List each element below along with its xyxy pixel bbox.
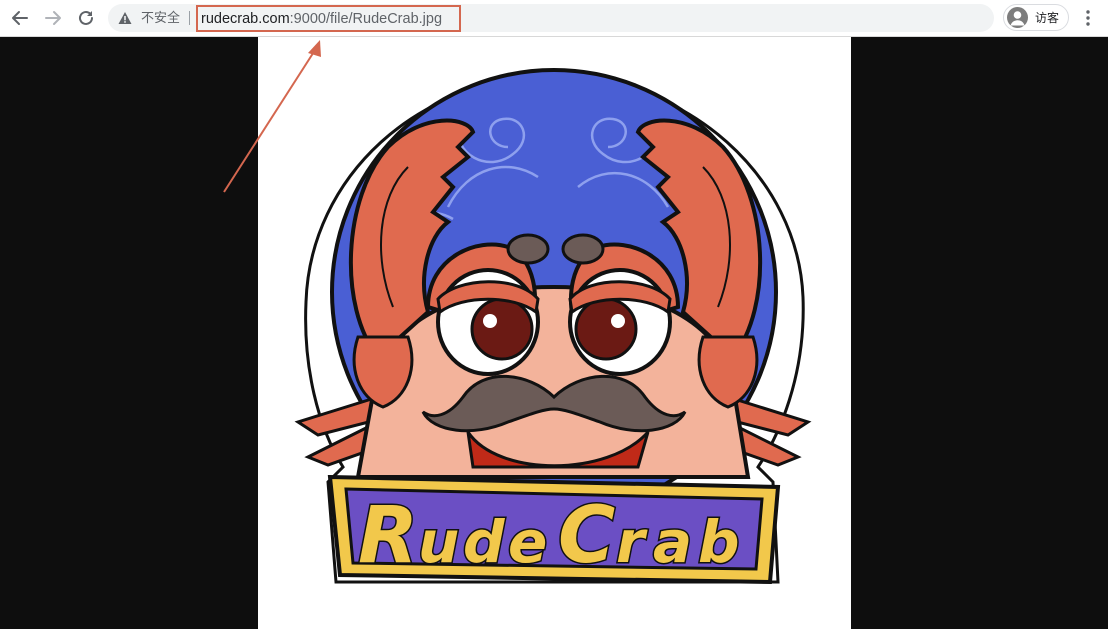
url-path: :9000/file/RudeCrab.jpg [289,11,443,27]
svg-text:b: b [698,508,740,576]
svg-text:u: u [418,508,459,576]
browser-toolbar: 不安全 rudecrab.com:9000/file/RudeCrab.jpg … [0,0,1108,37]
warning-triangle-icon[interactable] [118,11,132,25]
more-vertical-icon [1086,10,1090,26]
security-label[interactable]: 不安全 [141,10,180,26]
url-text[interactable]: rudecrab.com:9000/file/RudeCrab.jpg [201,10,442,28]
svg-text:a: a [653,508,692,576]
url-highlight-box: rudecrab.com:9000/file/RudeCrab.jpg [196,5,461,32]
reload-button[interactable] [74,6,98,30]
menu-button[interactable] [1078,6,1098,30]
url-host: rudecrab.com [201,11,290,27]
profile-label: 访客 [1035,11,1060,25]
svg-text:d: d [463,508,505,576]
logo-letter-r: R [358,491,418,581]
svg-text:C: C [558,491,615,581]
svg-text:r: r [616,508,648,576]
rudecrab-logo-image: R u d e C r a b [294,68,812,585]
arrow-left-icon [12,11,28,25]
profile-button[interactable]: 访客 [1003,4,1069,31]
person-icon [1007,7,1028,28]
address-bar[interactable]: 不安全 rudecrab.com:9000/file/RudeCrab.jpg [108,4,994,32]
divider [189,11,190,25]
arrow-right-icon [45,11,61,25]
reload-icon [79,10,93,25]
back-button[interactable] [8,6,32,30]
image-viewer: R u d e C r a b [258,37,851,629]
forward-button[interactable] [41,6,65,30]
svg-text:e: e [508,508,547,576]
